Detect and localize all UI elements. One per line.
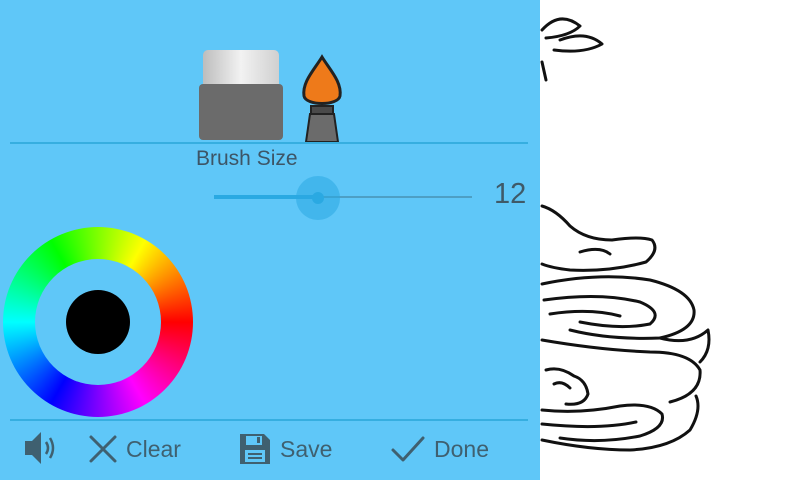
sound-toggle-button[interactable] (22, 428, 60, 468)
eraser-icon (199, 50, 283, 140)
speaker-icon (25, 432, 55, 464)
bottom-divider (10, 419, 528, 421)
clear-button-label: Clear (126, 435, 181, 462)
slider-thumb[interactable] (312, 192, 324, 204)
brush-size-label: Brush Size (196, 147, 298, 170)
line-art-drawing (540, 17, 711, 452)
done-button-label: Done (434, 435, 489, 462)
brush-tool-button[interactable] (296, 54, 348, 143)
floppy-disk-icon (240, 434, 270, 464)
done-button[interactable]: Done (390, 430, 489, 468)
brush-size-value: 12 (494, 178, 527, 210)
eraser-tool-button[interactable] (198, 48, 284, 142)
save-button-label: Save (280, 435, 333, 462)
save-button[interactable]: Save (238, 430, 332, 468)
brush-size-slider[interactable] (214, 176, 472, 220)
drawing-canvas[interactable] (540, 0, 800, 480)
clear-button[interactable]: Clear (88, 430, 181, 468)
brush-settings-panel: Brush Size 12 Clear Save Done (0, 0, 540, 480)
tools-divider (10, 142, 528, 144)
paintbrush-icon (302, 54, 342, 143)
color-wheel[interactable] (3, 227, 193, 417)
close-icon (89, 435, 117, 463)
selected-color-swatch[interactable] (66, 290, 130, 354)
checkmark-icon (391, 436, 425, 462)
